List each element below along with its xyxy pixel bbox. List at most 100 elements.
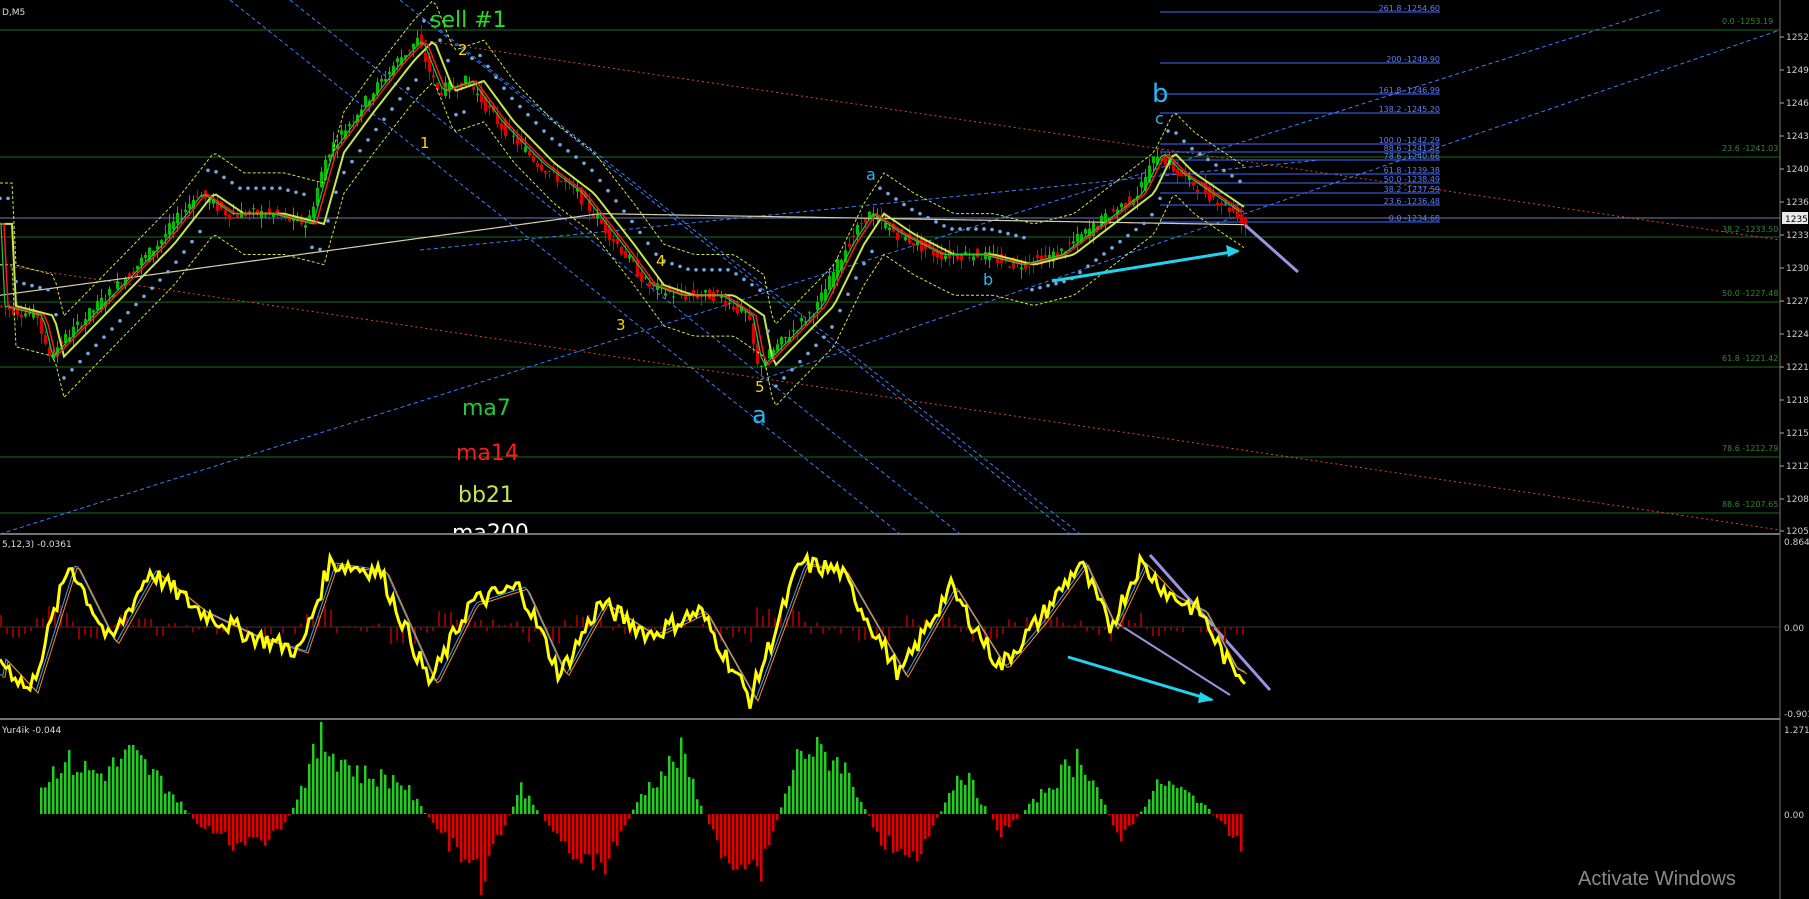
osc2-bar [328, 756, 331, 814]
osc1-hist-bar [738, 627, 740, 632]
osc2-bar [616, 814, 619, 846]
osc1-hist-bar [1014, 622, 1016, 627]
price-tick-label: 1246. [1786, 99, 1809, 109]
osc2-bar [576, 814, 579, 859]
osc2-bar [224, 814, 227, 832]
osc2-bar [804, 758, 807, 814]
wave-label-c: c [1155, 109, 1164, 128]
candle-body [408, 49, 411, 51]
osc2-bar [1172, 784, 1175, 814]
fib-right-label: 0.0 -1253.19 [1722, 17, 1773, 26]
horizontal-levels [0, 29, 1780, 514]
osc2-bar [916, 814, 919, 862]
price-tick-label: 1221. [1786, 363, 1809, 373]
osc1-hist-bar [168, 623, 170, 627]
parabolic-sar-dot [270, 186, 274, 190]
osc2-bar [324, 751, 327, 814]
parabolic-sar-dot [742, 277, 746, 282]
osc2-bar [408, 785, 411, 814]
candle-body [304, 225, 307, 228]
osc1-hist-bar [1086, 627, 1088, 632]
osc1-hist-bar [66, 613, 68, 627]
parabolic-sar-dot [646, 241, 650, 246]
osc2-bar [1116, 814, 1119, 833]
osc2-bar [1024, 810, 1027, 814]
cyan-arrowhead-main [1226, 245, 1240, 257]
osc2-bar [200, 814, 203, 828]
osc2-bar [572, 814, 575, 860]
osc1-hist-bar [840, 627, 842, 633]
parabolic-sar-dot [262, 186, 266, 190]
candle-body [800, 317, 803, 322]
osc2-bar [412, 800, 415, 814]
osc2-bar [712, 814, 715, 830]
parabolic-sar-dot [502, 86, 506, 90]
osc2-bar [248, 814, 251, 838]
osc1-hist-bar [516, 621, 518, 627]
osc2-bar [588, 814, 591, 855]
parabolic-sar-dot [1174, 131, 1178, 135]
osc2-bar [720, 814, 723, 859]
osc2-bar [904, 814, 907, 856]
osc2-bar [72, 774, 75, 814]
candle-body [720, 296, 723, 298]
osc2-bar [1160, 783, 1163, 814]
osc2-bar [872, 814, 875, 828]
osc2-bar [264, 814, 267, 846]
osc1-hist-bar [918, 624, 920, 627]
parabolic-sar-dot [894, 197, 898, 201]
osc2-bar [784, 793, 787, 814]
osc1-hist-bar [1002, 627, 1004, 635]
parabolic-sar-dot [1126, 233, 1130, 238]
osc2-bar [716, 814, 719, 841]
osc2-bar [728, 814, 731, 864]
fib-right-label: 38.2 -1233.50 [1722, 225, 1778, 234]
candle-body [912, 242, 915, 246]
candle-body [196, 196, 199, 198]
parabolic-sar-dot [766, 329, 770, 333]
candle-body [528, 150, 531, 156]
osc1-hist-bar [498, 624, 500, 627]
osc2-bar [772, 814, 775, 832]
osc1-hist-bar [1050, 618, 1052, 627]
fib-retracement-labels: 0.0 -1253.19 23.6 -1241.03 38.2 -1233.50 50… [1722, 17, 1778, 509]
osc2-bar [272, 814, 275, 831]
osc2-bar [924, 814, 927, 840]
candle-body [96, 300, 99, 311]
osc2-bar [384, 774, 387, 814]
candle-body [664, 293, 667, 296]
osc1-hist-bar [366, 627, 368, 632]
osc1-hist-bar [1224, 627, 1226, 642]
osc2-bar [1152, 790, 1155, 814]
candle-body [864, 218, 867, 223]
parabolic-sar-dot [398, 97, 402, 101]
candle-body [932, 250, 935, 256]
osc2-bar [632, 809, 635, 814]
parabolic-sar-dot [1006, 231, 1010, 236]
candle-body [540, 164, 543, 171]
parabolic-sar-dot [350, 159, 354, 164]
osc1-hist-bar [732, 627, 734, 637]
wave-label-1: 1 [420, 134, 430, 152]
candle-body [856, 224, 859, 235]
osc2-bar [184, 810, 187, 814]
price-tick-label: 1215. [1786, 429, 1809, 439]
osc2-bar [260, 814, 263, 841]
osc1-hist-bar [186, 625, 188, 627]
osc1-hist-bar [660, 627, 662, 630]
osc2-bar [1156, 779, 1159, 814]
osc2-bar [752, 814, 755, 860]
parabolic-sar-dot [278, 186, 282, 190]
osc1-hist-bar [996, 627, 998, 639]
osc2-bar [604, 814, 607, 875]
candle-body [388, 71, 391, 75]
legend-ma7: ma7 [462, 396, 511, 421]
parabolic-sar-dot [1022, 235, 1026, 240]
candle-body [1060, 248, 1063, 251]
osc2-bar [136, 750, 139, 814]
osc1-hist-bar [726, 627, 728, 630]
parabolic-sar-dot [1118, 239, 1122, 244]
osc1-hist-bar [156, 627, 158, 636]
osc2-bar [400, 785, 403, 814]
osc2-bar [380, 769, 383, 814]
